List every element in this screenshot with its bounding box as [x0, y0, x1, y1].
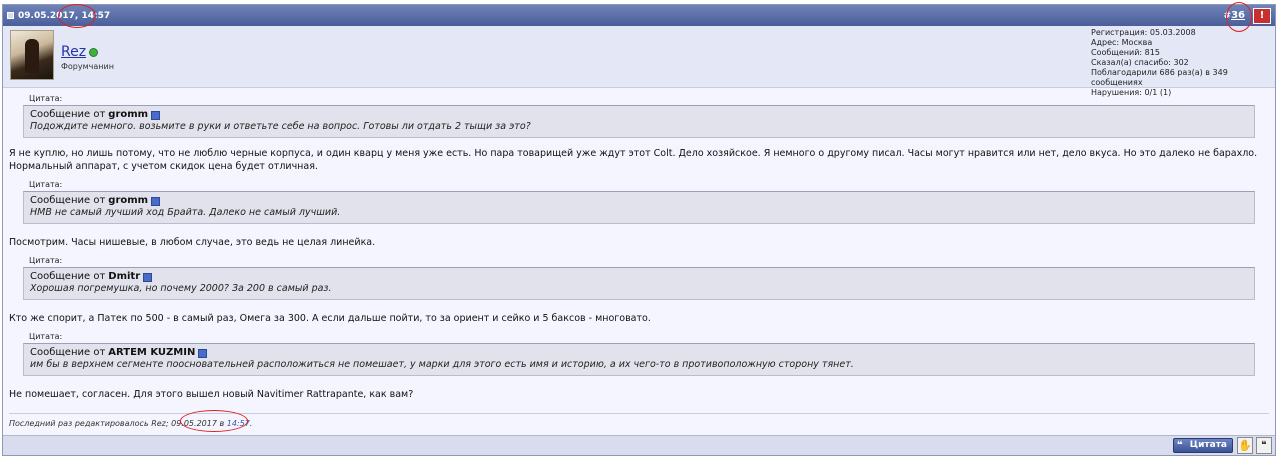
- user-title: Форумчанин: [61, 62, 114, 71]
- quote-button[interactable]: Цитата: [1172, 438, 1233, 453]
- view-post-icon[interactable]: [198, 348, 208, 358]
- quote-block: Цитата: Сообщение от gromm Подождите нем…: [23, 93, 1255, 138]
- quote-box: Сообщение от gromm НМВ не самый лучший х…: [23, 191, 1255, 224]
- quote-block: Цитата: Сообщение от gromm НМВ не самый …: [23, 179, 1255, 224]
- quote-label: Цитата:: [29, 256, 63, 265]
- quote-box: Сообщение от gromm Подождите немного. во…: [23, 105, 1255, 138]
- view-post-icon[interactable]: [143, 272, 153, 282]
- avatar[interactable]: [10, 30, 54, 80]
- annotation-circle: [180, 410, 248, 432]
- user-stat-thanks-received: Поблагодарили 686 раз(а) в 349 сообщения…: [1091, 68, 1228, 87]
- user-stats: Регистрация: 05.03.2008 Адрес: Москва Со…: [1091, 28, 1273, 98]
- quote-text: Подождите немного. возьмите в руки и отв…: [30, 121, 531, 132]
- post-status-icon: [7, 12, 14, 19]
- report-warning-icon[interactable]: !: [1253, 7, 1271, 24]
- view-post-icon[interactable]: [151, 110, 161, 120]
- post-paragraph: Посмотрим. Часы нишевые, в любом случае,…: [9, 237, 376, 248]
- quote-text: НМВ не самый лучший ход Брайта. Далеко н…: [30, 207, 341, 218]
- hand-icon[interactable]: ✋: [1237, 437, 1253, 454]
- username-wrap: Rez: [61, 44, 99, 60]
- multiquote-icon[interactable]: ❝: [1256, 437, 1272, 454]
- quote-label: Цитата:: [29, 332, 63, 341]
- post-header: 09.05.2017, 14:57 #36 !: [3, 5, 1275, 26]
- quote-text: Хорошая погремушка, но почему 2000? За 2…: [30, 283, 332, 294]
- quote-block: Цитата: Сообщение от Dmitr Хорошая погре…: [23, 255, 1255, 300]
- quote-from: Сообщение от ARTEM KUZMIN: [30, 347, 1248, 359]
- quote-from-prefix: Сообщение от: [30, 271, 106, 282]
- quote-from: Сообщение от gromm: [30, 195, 1248, 207]
- quote-label: Цитата:: [29, 180, 63, 189]
- username-link[interactable]: Rez: [61, 44, 86, 60]
- user-stat-violations: Нарушения: 0/1 (1): [1091, 88, 1172, 97]
- online-status-icon: [89, 47, 99, 57]
- quote-from-prefix: Сообщение от: [30, 195, 106, 206]
- quote-from-prefix: Сообщение от: [30, 347, 106, 358]
- user-info-row: Rez Форумчанин Регистрация: 05.03.2008 А…: [3, 26, 1275, 97]
- annotation-circle: [1226, 2, 1252, 32]
- quote-author: gromm: [108, 109, 149, 120]
- annotation-circle: [58, 4, 96, 28]
- user-stat-thanked: Сказал(а) спасибо: 302: [1091, 58, 1189, 67]
- post-paragraph: Я не куплю, но лишь потому, что не люблю…: [9, 148, 1258, 172]
- post-body: Цитата: Сообщение от gromm Подождите нем…: [3, 93, 1275, 401]
- quote-box: Сообщение от Dmitr Хорошая погремушка, н…: [23, 267, 1255, 300]
- quote-from-prefix: Сообщение от: [30, 109, 106, 120]
- user-stat-posts: Сообщений: 815: [1091, 48, 1160, 57]
- quote-author: ARTEM KUZMIN: [108, 347, 196, 358]
- quote-author: gromm: [108, 195, 149, 206]
- quote-label: Цитата:: [29, 94, 63, 103]
- quote-from: Сообщение от Dmitr: [30, 271, 1248, 283]
- view-post-icon[interactable]: [151, 196, 161, 206]
- post-paragraph: Кто же спорит, а Патек по 500 - в самый …: [9, 313, 651, 324]
- quote-block: Цитата: Сообщение от ARTEM KUZMIN им бы …: [23, 331, 1255, 376]
- post-footer: Цитата ✋ ❝: [3, 435, 1275, 455]
- edit-note-suffix: .: [249, 419, 253, 428]
- user-stat-address: Адрес: Москва: [1091, 38, 1153, 47]
- quote-author: Dmitr: [108, 271, 141, 282]
- quote-text: им бы в верхнем сегменте поосновательней…: [30, 359, 854, 370]
- quote-box: Сообщение от ARTEM KUZMIN им бы в верхне…: [23, 343, 1255, 376]
- forum-post: 09.05.2017, 14:57 #36 ! Rez Форумчанин Р…: [2, 4, 1276, 456]
- post-paragraph: Не помешает, согласен. Для этого вышел н…: [9, 389, 414, 400]
- report-warning-glyph: !: [1259, 10, 1265, 21]
- quote-from: Сообщение от gromm: [30, 109, 1248, 121]
